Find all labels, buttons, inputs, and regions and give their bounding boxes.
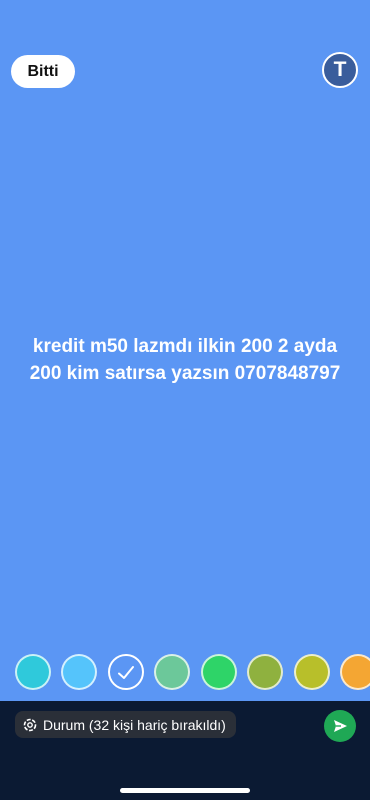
status-ring-icon — [23, 718, 37, 731]
done-button[interactable]: Bitti — [11, 55, 75, 88]
send-button[interactable] — [324, 710, 356, 742]
status-audience-button[interactable]: Durum (32 kişi hariç bırakıldı) — [15, 711, 236, 738]
check-icon — [118, 666, 134, 679]
bottom-bar: Durum (32 kişi hariç bırakıldı) — [0, 701, 370, 800]
story-text[interactable]: kredit m50 lazmdı ilkin 200 2 ayda 200 k… — [20, 333, 350, 387]
color-swatch-green[interactable] — [201, 654, 237, 690]
color-swatch-orange[interactable] — [340, 654, 370, 690]
status-audience-label: Durum (32 kişi hariç bırakıldı) — [43, 716, 226, 733]
text-tool-button[interactable]: T — [322, 52, 358, 88]
color-swatch-mint[interactable] — [154, 654, 190, 690]
color-swatch-lime[interactable] — [294, 654, 330, 690]
color-swatch-selected[interactable] — [108, 654, 144, 690]
home-indicator — [120, 788, 250, 793]
color-swatch-light-blue[interactable] — [61, 654, 97, 690]
color-swatch-cyan[interactable] — [15, 654, 51, 690]
color-palette — [0, 654, 370, 690]
color-swatch-olive[interactable] — [247, 654, 283, 690]
send-icon — [334, 720, 347, 732]
